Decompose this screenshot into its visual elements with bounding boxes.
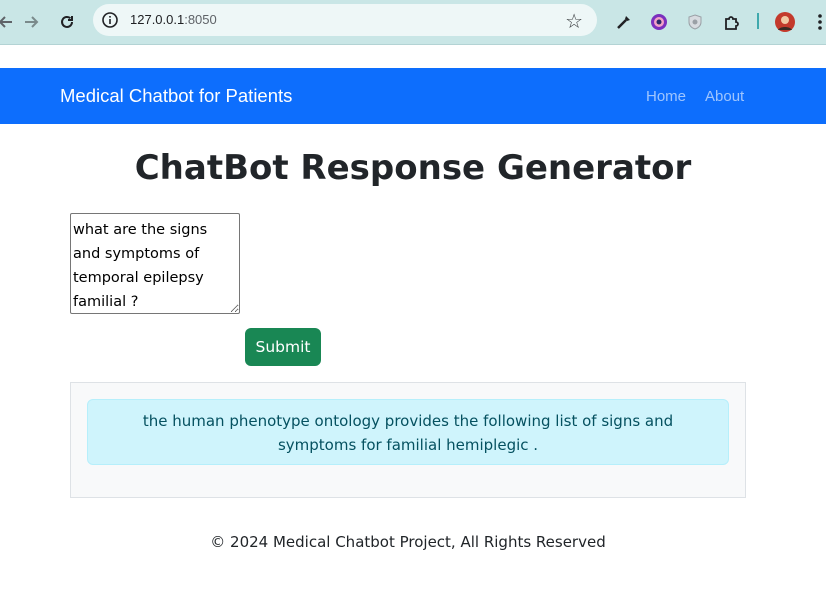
nav-link-home[interactable]: Home [646, 88, 686, 105]
question-input[interactable]: what are the signs and symptoms of tempo… [70, 213, 240, 314]
address-bar[interactable]: 127.0.0.1:8050 ☆ [93, 4, 597, 36]
response-container: the human phenotype ontology provides th… [70, 382, 746, 498]
eyedropper-extension-icon[interactable] [612, 10, 636, 34]
menu-kebab-icon[interactable] [808, 10, 826, 34]
navbar: Medical Chatbot for Patients Home About [0, 68, 826, 124]
puzzle-extensions-icon[interactable] [720, 10, 744, 34]
url-text: 127.0.0.1:8050 [130, 12, 217, 27]
reload-icon[interactable] [55, 10, 79, 34]
bookmark-star-icon[interactable]: ☆ [565, 9, 583, 33]
footer-text: © 2024 Medical Chatbot Project, All Righ… [210, 533, 606, 551]
back-arrow-icon[interactable] [0, 10, 18, 34]
forward-arrow-icon[interactable] [19, 10, 43, 34]
navbar-brand[interactable]: Medical Chatbot for Patients [60, 85, 292, 107]
nav-link-about[interactable]: About [705, 88, 744, 105]
page-title: ChatBot Response Generator [134, 148, 692, 188]
browser-toolbar: 127.0.0.1:8050 ☆ [0, 0, 826, 45]
toolbar-divider [757, 13, 759, 29]
response-alert: the human phenotype ontology provides th… [87, 399, 729, 465]
color-extension-icon[interactable] [647, 10, 671, 34]
profile-avatar-icon[interactable] [773, 10, 797, 34]
shield-extension-icon[interactable] [683, 10, 707, 34]
site-info-icon[interactable] [101, 11, 119, 29]
submit-button[interactable]: Submit [245, 328, 321, 366]
